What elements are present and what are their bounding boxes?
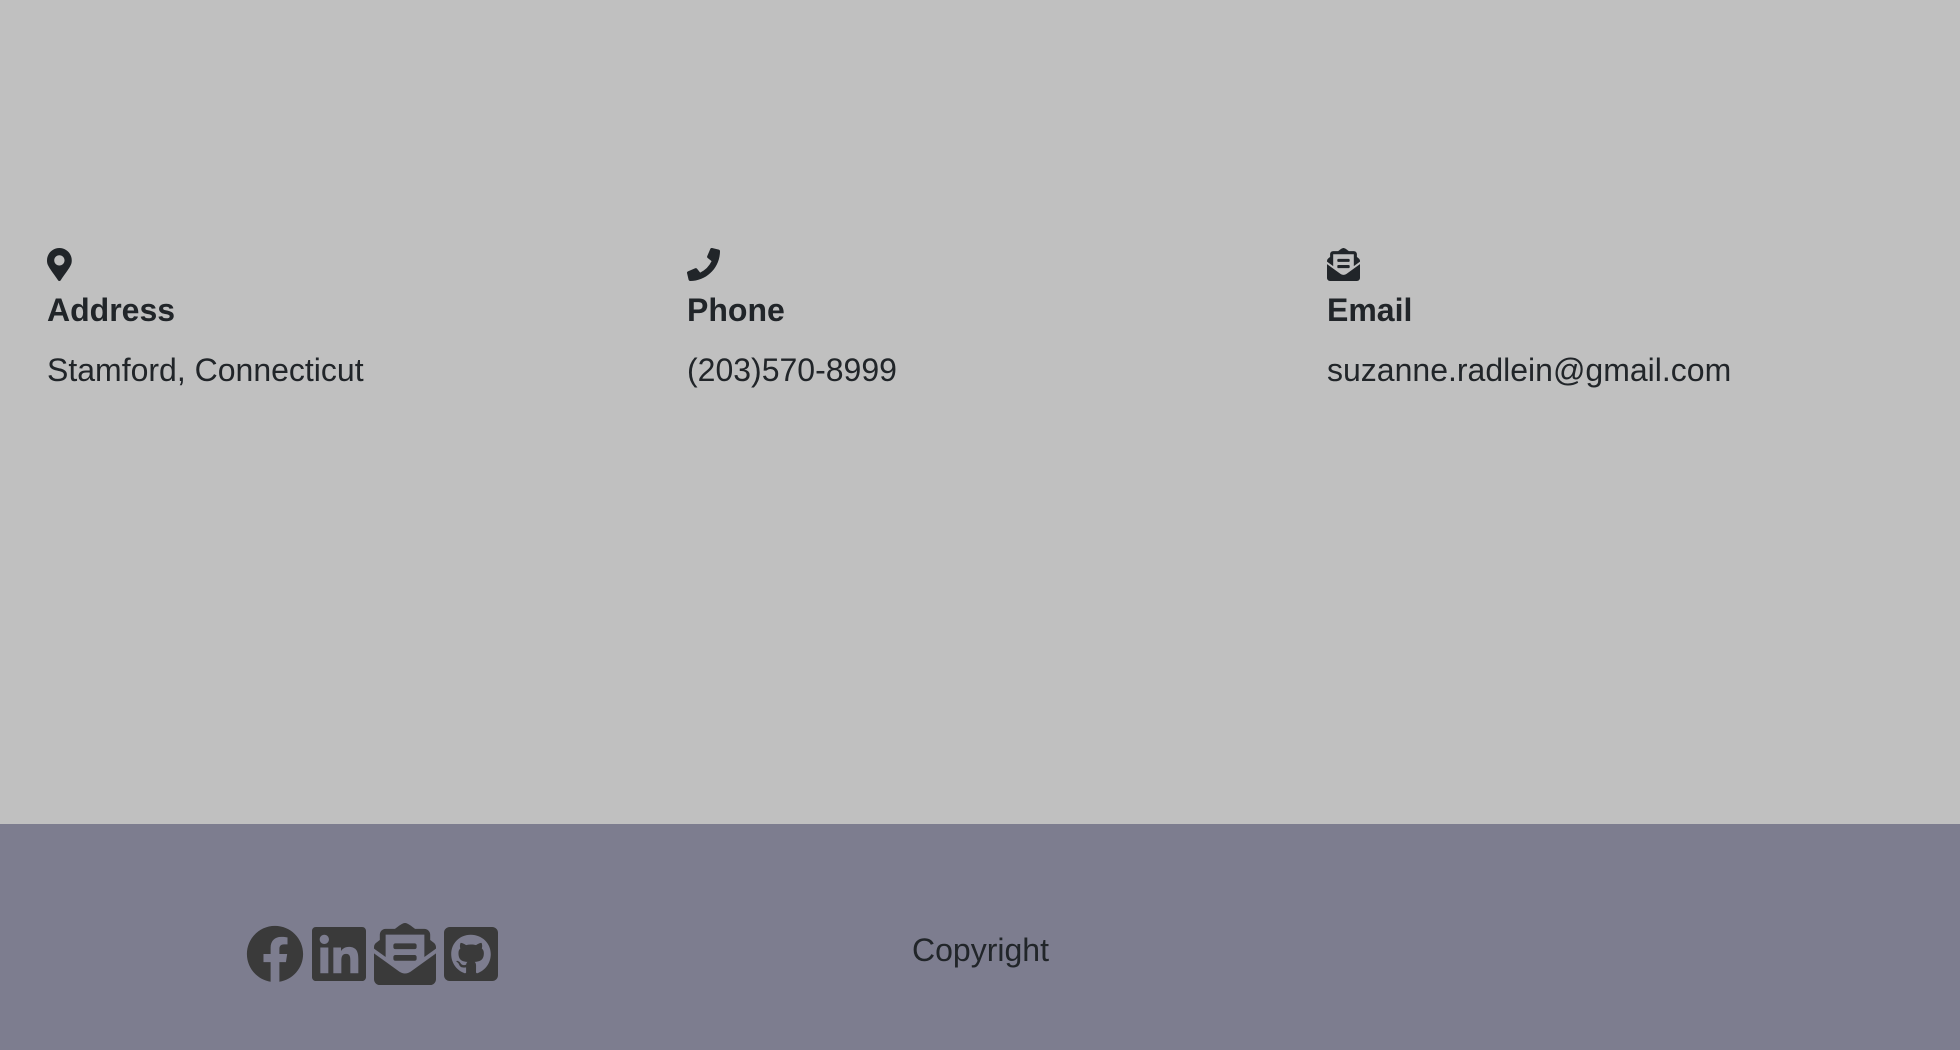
map-pin-icon [47,248,647,282]
phone-icon [687,248,1287,282]
contact-section: Address Stamford, Connecticut Phone (203… [0,0,1960,824]
address-heading: Address [47,292,176,328]
copyright-text: Copyright [912,932,1049,968]
contact-email: Email suzanne.radlein@gmail.com [1327,248,1927,390]
phone-heading: Phone [687,292,785,328]
email-value[interactable]: suzanne.radlein@gmail.com [1327,350,1927,390]
contact-address: Address Stamford, Connecticut [47,248,647,390]
facebook-icon [246,925,304,983]
envelope-open-text-icon [1327,248,1927,282]
linkedin-link[interactable] [312,927,366,981]
email-link[interactable] [374,923,436,985]
github-link[interactable] [444,927,498,981]
linkedin-icon [312,927,366,981]
address-value: Stamford, Connecticut [47,352,364,388]
contact-phone: Phone (203)570-8999 [687,248,1287,390]
facebook-link[interactable] [246,925,304,983]
envelope-open-text-icon [374,923,436,985]
phone-value[interactable]: (203)570-8999 [687,350,1287,390]
email-heading: Email [1327,292,1413,328]
social-links [246,923,498,985]
footer: Copyright [0,824,1960,1050]
github-icon [444,927,498,981]
